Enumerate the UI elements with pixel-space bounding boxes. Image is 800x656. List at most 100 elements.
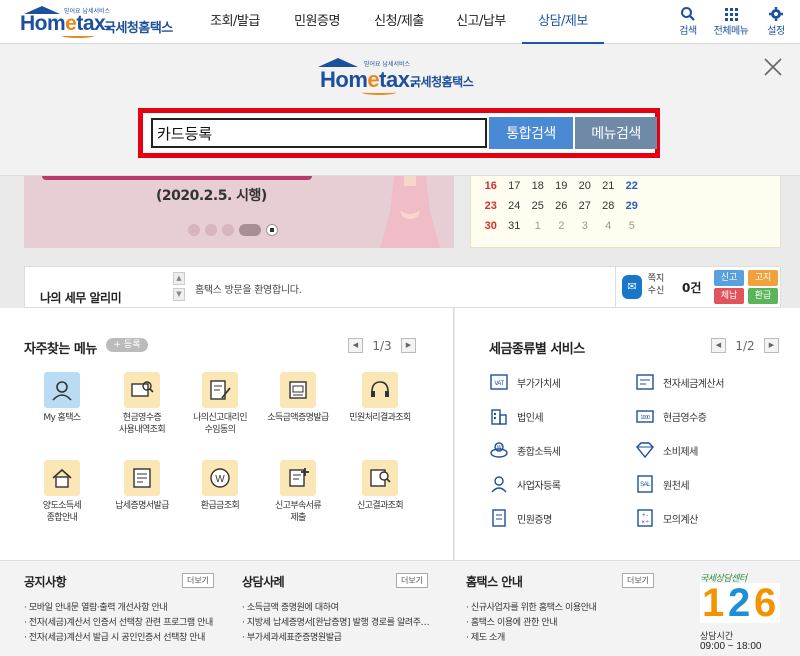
settings-button[interactable]: 설정	[756, 6, 796, 37]
notifier-up-button[interactable]: ▲	[173, 272, 185, 285]
settings-label: 설정	[767, 26, 785, 37]
tax-vat[interactable]: VAT 부가가치세	[489, 372, 561, 392]
notify-badge[interactable]: 고지	[748, 270, 778, 286]
nav-civil-certificate[interactable]: 민원증명	[276, 0, 358, 44]
hometax-logo[interactable]: 믿어요 납세서비스 Hometax. 국세청홈택스	[20, 6, 180, 38]
fav-civil-result[interactable]: 민원처리결과조회	[338, 372, 422, 424]
calendar-day[interactable]: 18	[526, 180, 550, 192]
search-util-button[interactable]: 검색	[668, 6, 708, 37]
logo-korean-name: 국세청홈택스	[104, 21, 173, 36]
banner-dot-active[interactable]	[239, 224, 261, 236]
tax-corporate[interactable]: 법인세	[489, 406, 544, 426]
arrears-badge[interactable]: 체납	[714, 288, 744, 304]
list-item[interactable]: 홈택스 이용에 관한 안내	[466, 616, 666, 631]
calendar-day[interactable]: 24	[503, 200, 527, 212]
fav-refund-inquiry[interactable]: W 환급금조회	[178, 460, 262, 512]
logo-wordmark: Hometax.	[20, 12, 111, 35]
calendar-day[interactable]: 25	[526, 200, 550, 212]
list-item[interactable]: 부가세과세표준증명원발급	[242, 631, 432, 646]
nav-apply-submit[interactable]: 신청/제출	[358, 0, 440, 44]
tax-e-invoice[interactable]: 전자세금계산서	[635, 372, 724, 392]
guide-more-button[interactable]: 더보기	[622, 573, 654, 588]
calendar-day[interactable]: 28	[597, 200, 621, 212]
report-badge[interactable]: 신고	[714, 270, 744, 286]
calendar-day[interactable]: 3	[573, 220, 597, 232]
overlay-close-button[interactable]	[762, 56, 784, 78]
tax-withholding[interactable]: SAL 원천세	[635, 474, 690, 494]
cash-receipt-icon: 1000	[636, 410, 654, 423]
list-item[interactable]: 소득금액 증명원에 대하여	[242, 601, 432, 616]
calendar-day[interactable]: 23	[479, 200, 503, 212]
banner-dot[interactable]	[188, 224, 200, 236]
calendar-day[interactable]: 4	[597, 220, 621, 232]
calendar-day[interactable]: 21	[597, 180, 621, 192]
refund-badge[interactable]: 환급	[748, 288, 778, 304]
agent-consent-icon	[210, 380, 231, 400]
calendar-day[interactable]: 20	[573, 180, 597, 192]
menu-search-button[interactable]: 메뉴검색	[575, 117, 657, 149]
all-menu-button[interactable]: 전체메뉴	[708, 6, 754, 37]
calendar-day[interactable]: 26	[550, 200, 574, 212]
fav-my-hometax[interactable]: My 홈택스	[20, 372, 104, 424]
list-item[interactable]: 신규사업자를 위한 홈택스 이용안내	[466, 601, 666, 616]
integrated-search-button[interactable]: 통합검색	[489, 117, 573, 149]
promo-banner[interactable]: (2020.2.5. 시행)	[24, 176, 454, 248]
banner-stop-button[interactable]	[266, 224, 278, 236]
svg-text:+ -: + -	[642, 513, 648, 519]
tax-cash-receipt[interactable]: 1000 현금영수증	[635, 406, 707, 426]
calendar-day[interactable]: 5	[620, 220, 644, 232]
search-input[interactable]	[151, 118, 487, 148]
calendar-day[interactable]: 31	[503, 220, 527, 232]
e-invoice-icon	[636, 374, 654, 390]
tax-services-prev-button[interactable]: ◀	[711, 338, 726, 353]
calendar-day[interactable]: 16	[479, 180, 503, 192]
fav-agent-consent[interactable]: 나의신고대리인 수임동의	[178, 372, 262, 436]
call-center-number: 1 2 6	[700, 583, 780, 623]
notifier-down-button[interactable]: ▼	[173, 288, 185, 301]
calendar-day[interactable]: 29	[620, 200, 644, 212]
calendar-day[interactable]: 27	[573, 200, 597, 212]
tax-income[interactable]: W 종합소득세	[489, 440, 561, 460]
list-item[interactable]: 지방세 납세증명서[완납증명] 발행 경로를 알려주세요	[242, 616, 432, 631]
nav-inquiry-issue[interactable]: 조회/발급	[194, 0, 276, 44]
favorites-page: 1/3	[372, 338, 392, 353]
mail-label: 쪽지 수신	[647, 274, 665, 296]
notices-column: 공지사항 더보기 모바일 안내문 열람·출력 개선사항 안내 전자(세금)계산서…	[24, 561, 234, 656]
banner-dot[interactable]	[205, 224, 217, 236]
nav-consult-report[interactable]: 상담/제보	[522, 0, 604, 44]
message-inbox[interactable]: ✉ 쪽지 수신 0건 신고 고지 체납 환급	[615, 267, 782, 307]
favorites-next-button[interactable]: ▶	[401, 338, 416, 353]
calendar-day[interactable]: 1	[526, 220, 550, 232]
fav-tax-payment-certificate[interactable]: 납세증명서발급	[100, 460, 184, 512]
list-item[interactable]: 제도 소개	[466, 631, 666, 646]
fav-income-certificate[interactable]: 소득금액증명발급	[256, 372, 340, 424]
tax-civil-certificate[interactable]: 민원증명	[489, 508, 552, 528]
banner-dot[interactable]	[222, 224, 234, 236]
tax-mock-calculation[interactable]: + - × ÷ 모의계산	[635, 508, 698, 528]
fav-cash-receipt-history[interactable]: 현금영수증 사용내역조회	[100, 372, 184, 436]
cases-more-button[interactable]: 더보기	[396, 573, 428, 588]
svg-text:1000: 1000	[640, 415, 650, 421]
tax-business-registration[interactable]: 사업자등록	[489, 474, 561, 494]
call-center[interactable]: 국세상담센터 1 2 6 상담시간 09:00 ~ 18:00	[698, 569, 788, 653]
calendar-day[interactable]: 22	[620, 180, 644, 192]
calendar-day[interactable]: 17	[503, 180, 527, 192]
banner-band	[42, 176, 312, 180]
list-item[interactable]: 모바일 안내문 열람·출력 개선사항 안내	[24, 601, 224, 616]
favorites-prev-button[interactable]: ◀	[348, 338, 363, 353]
tax-consumption[interactable]: 소비제세	[635, 440, 698, 460]
calendar-day[interactable]: 19	[550, 180, 574, 192]
building-icon	[491, 409, 507, 425]
fav-report-result[interactable]: 신고결과조회	[338, 460, 422, 512]
fav-attached-documents[interactable]: 신고부속서류 제출	[256, 460, 340, 524]
fav-transfer-income-tax[interactable]: 양도소득세 종합안내	[20, 460, 104, 524]
list-item[interactable]: 전자(세금)계산서 발급 시 공인인증서 선택창 안내	[24, 631, 224, 646]
result-search-icon	[370, 469, 391, 487]
nav-report-pay[interactable]: 신고/납부	[440, 0, 522, 44]
notices-more-button[interactable]: 더보기	[182, 573, 214, 588]
tax-services-next-button[interactable]: ▶	[764, 338, 779, 353]
calendar-day[interactable]: 30	[479, 220, 503, 232]
list-item[interactable]: 전자(세금)계산서 인증서 선택창 관련 프로그램 안내	[24, 616, 224, 631]
favorites-register-button[interactable]: + 등록	[106, 338, 148, 352]
calendar-day[interactable]: 2	[550, 220, 574, 232]
